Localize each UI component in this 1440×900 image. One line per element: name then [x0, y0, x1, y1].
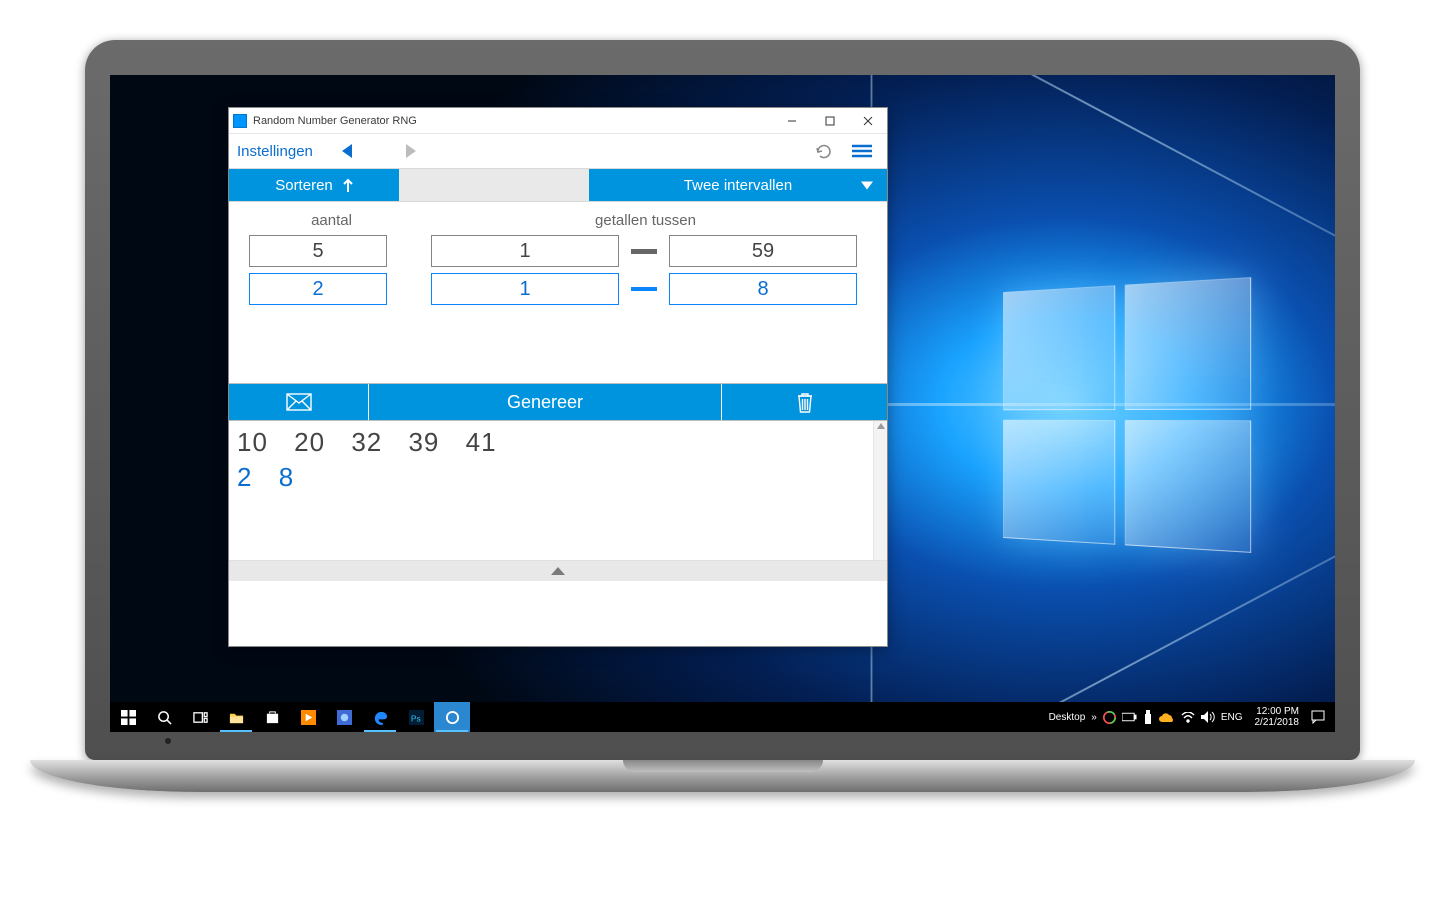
taskbar-store[interactable] — [254, 702, 290, 732]
sort-ascending-icon — [343, 178, 353, 192]
intervals-label: Twee intervallen — [684, 177, 792, 194]
settings-menu[interactable]: Instellingen — [237, 143, 313, 160]
count-label: aantal — [249, 212, 414, 229]
desktop-wallpaper: Random Number Generator RNG — [110, 75, 1335, 732]
tray-onedrive-icon[interactable] — [1159, 712, 1175, 722]
window-title: Random Number Generator RNG — [253, 115, 417, 127]
intervals-dropdown[interactable]: Twee intervallen — [589, 169, 887, 201]
delete-button[interactable] — [722, 384, 887, 420]
to-2-input[interactable]: 8 — [669, 273, 857, 305]
results-line-2: 2 8 — [237, 462, 865, 493]
trash-icon — [796, 391, 814, 413]
app-icon — [233, 114, 247, 128]
mail-icon — [286, 393, 312, 411]
hamburger-menu-icon[interactable] — [845, 136, 879, 166]
range-dash — [619, 287, 669, 291]
count-2-input[interactable]: 2 — [249, 273, 387, 305]
tray-icon-1[interactable] — [1103, 711, 1116, 724]
titlebar[interactable]: Random Number Generator RNG — [229, 108, 887, 134]
from-2-input[interactable]: 1 — [431, 273, 619, 305]
minimize-button[interactable] — [773, 108, 811, 134]
to-1-input[interactable]: 59 — [669, 235, 857, 267]
sort-tab-label: Sorteren — [275, 177, 333, 194]
taskbar-file-explorer[interactable] — [218, 702, 254, 732]
taskbar-photoshop[interactable]: Ps — [398, 702, 434, 732]
action-center-icon[interactable] — [1311, 710, 1325, 724]
tab-spacer — [399, 169, 589, 201]
tray-battery-icon[interactable] — [1122, 712, 1137, 722]
windows-logo — [1003, 277, 1251, 553]
nav-back-button[interactable] — [331, 136, 363, 166]
taskbar-app-1[interactable] — [326, 702, 362, 732]
taskbar-media[interactable] — [290, 702, 326, 732]
results-area: 10 20 32 39 41 2 8 — [229, 421, 873, 560]
taskbar-edge[interactable] — [362, 702, 398, 732]
mail-button[interactable] — [229, 384, 369, 420]
show-desktop-label[interactable]: Desktop — [1049, 712, 1086, 723]
tray-wifi-icon[interactable] — [1181, 712, 1195, 723]
expand-bar[interactable] — [229, 561, 887, 581]
task-view-button[interactable] — [182, 702, 218, 732]
chevron-up-icon — [551, 567, 565, 575]
svg-text:Ps: Ps — [410, 713, 420, 723]
scroll-up-icon — [877, 423, 885, 429]
tray-language[interactable]: ENG — [1221, 712, 1243, 723]
generate-button[interactable]: Genereer — [369, 384, 722, 420]
taskbar: Ps Desktop » — [110, 702, 1335, 732]
range-dash — [619, 249, 669, 254]
count-1-input[interactable]: 5 — [249, 235, 387, 267]
close-button[interactable] — [849, 108, 887, 134]
maximize-button[interactable] — [811, 108, 849, 134]
sort-tab[interactable]: Sorteren — [229, 169, 399, 201]
between-label: getallen tussen — [424, 212, 867, 229]
undo-button[interactable] — [807, 136, 841, 166]
tray-usb-icon[interactable] — [1143, 710, 1153, 724]
tray-chevron-icon[interactable]: » — [1091, 712, 1097, 723]
start-button[interactable] — [110, 702, 146, 732]
results-line-1: 10 20 32 39 41 — [237, 427, 865, 458]
generate-label: Genereer — [507, 392, 583, 413]
nav-forward-button[interactable] — [395, 136, 427, 166]
results-scrollbar[interactable] — [873, 421, 887, 560]
tray-volume-icon[interactable] — [1201, 711, 1215, 723]
from-1-input[interactable]: 1 — [431, 235, 619, 267]
search-button[interactable] — [146, 702, 182, 732]
chevron-down-icon — [861, 177, 873, 194]
taskbar-rng-app[interactable] — [434, 702, 470, 732]
tray-clock[interactable]: 12:00 PM 2/21/2018 — [1249, 706, 1306, 728]
rng-app-window: Random Number Generator RNG — [228, 107, 888, 647]
